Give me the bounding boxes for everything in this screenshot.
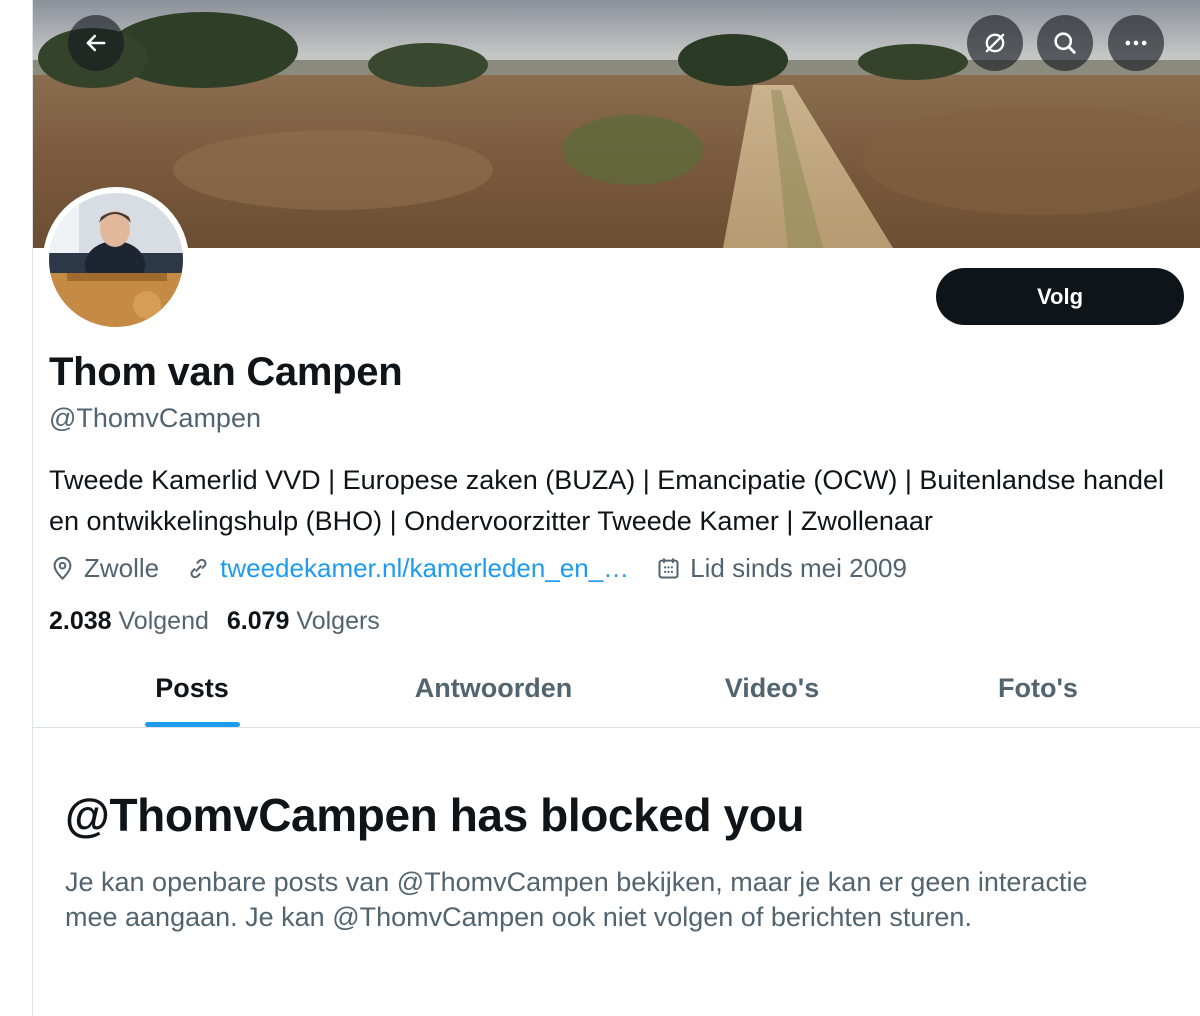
avatar-photo (49, 193, 183, 327)
website-item[interactable]: tweedekamer.nl/kamerleden_en_… (185, 553, 629, 584)
link-icon (190, 558, 207, 578)
location-item: Zwolle (49, 553, 159, 584)
search-button[interactable] (1037, 15, 1093, 71)
more-dots-icon (1125, 40, 1147, 46)
profile-bio: Tweede Kamerlid VVD | Europese zaken (BU… (49, 465, 1165, 536)
tab-videos[interactable]: Video's (636, 648, 908, 728)
tab-posts[interactable]: Posts (33, 648, 351, 728)
profile-meta: Zwolle tweedekamer.nl/kamerleden_en_… Li… (49, 551, 933, 585)
tab-replies[interactable]: Antwoorden (351, 648, 636, 728)
arrow-left-icon (86, 34, 106, 52)
following-label: Volgend (118, 606, 209, 635)
website-link[interactable]: tweedekamer.nl/kamerleden_en_… (220, 553, 629, 584)
slashed-circle-icon (985, 33, 1005, 53)
profile-avatar[interactable] (43, 187, 189, 333)
followers-number: 6.079 (226, 606, 290, 635)
grok-button[interactable] (967, 15, 1023, 71)
blocked-title: @ThomvCampen has blocked you (65, 789, 805, 841)
follow-counts: 2.038 Volgend 6.079 Volgers (49, 604, 398, 638)
calendar-icon (658, 557, 679, 579)
active-tab-indicator (145, 722, 240, 727)
followers-label: Volgers (296, 606, 380, 635)
followers-count[interactable]: 6.079 Volgers (227, 607, 380, 636)
profile-handle: @ThomvCampen (49, 403, 261, 433)
location-text: Zwolle (84, 552, 160, 583)
following-number: 2.038 (49, 606, 112, 635)
back-button[interactable] (68, 15, 124, 71)
heathland-banner-image (33, 0, 1200, 248)
profile-name: Thom van Campen (49, 350, 403, 394)
blocked-message: Je kan openbare posts van @ThomvCampen b… (65, 867, 1088, 932)
joined-item: Lid sinds mei 2009 (655, 553, 907, 584)
tab-photos[interactable]: Foto's (908, 648, 1168, 728)
more-button[interactable] (1108, 15, 1164, 71)
follow-button[interactable]: Volg (936, 268, 1184, 325)
profile-tabs: Posts Antwoorden Video's Foto's (33, 648, 1200, 728)
joined-text: Lid sinds mei 2009 (690, 552, 907, 583)
profile-page: Volg Thom van Campen @ThomvCampen Tweede… (0, 0, 1200, 1016)
following-count[interactable]: 2.038 Volgend (49, 607, 209, 636)
search-icon (1054, 32, 1076, 54)
location-pin-icon (53, 556, 72, 580)
profile-banner[interactable] (33, 0, 1200, 248)
